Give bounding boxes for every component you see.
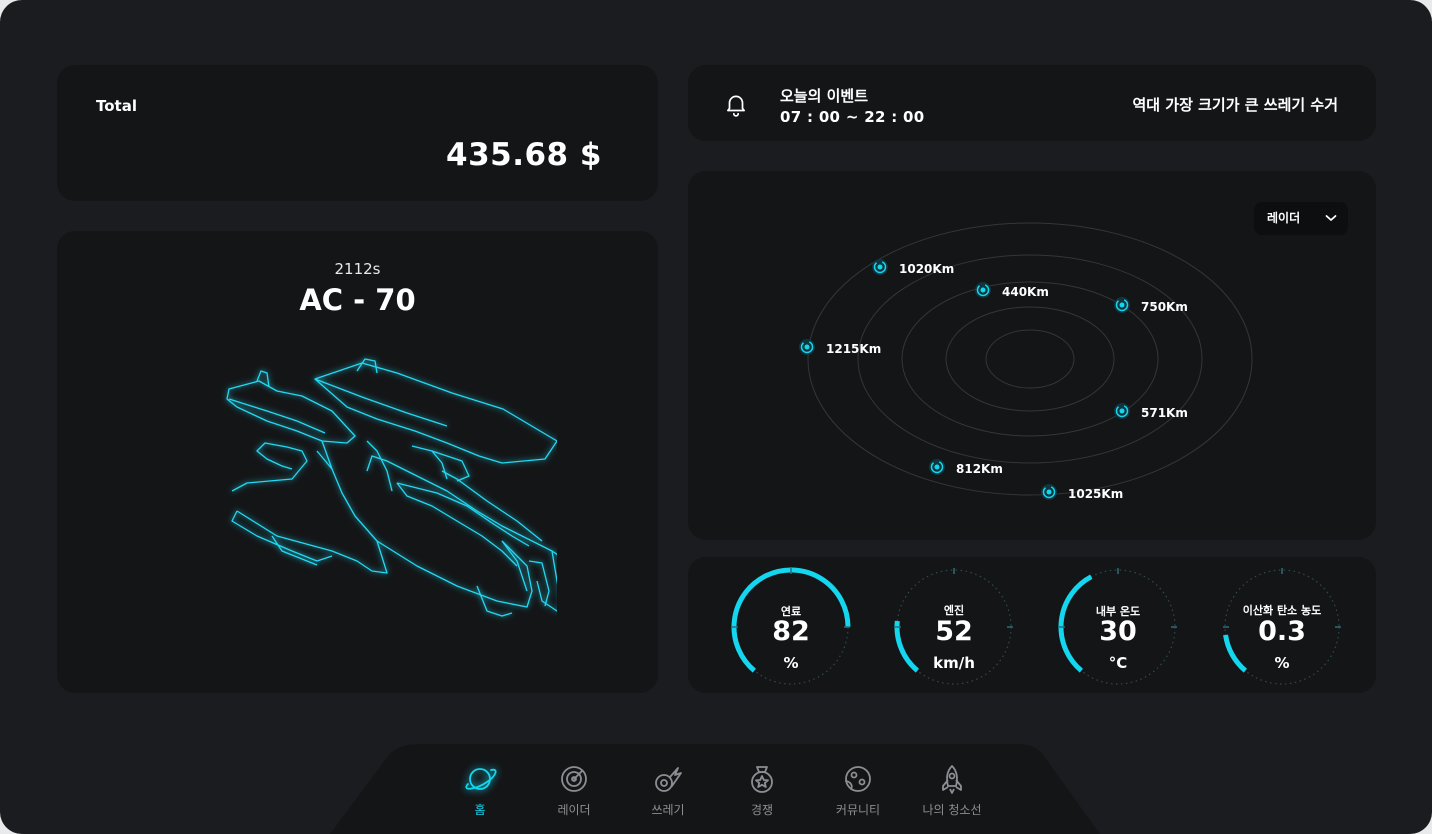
nav-item-6[interactable]: 나의 청소선 [907, 762, 997, 818]
dashboard-app: Total 435.68 $ 2112s AC - 70 오늘의 이벤트 07 … [0, 0, 1432, 834]
planet-icon [435, 762, 525, 796]
nav-item-label: 나의 청소선 [922, 803, 982, 817]
rocket-icon [907, 762, 997, 796]
nav-item-5[interactable]: 커뮤니티 [813, 762, 903, 818]
nav-item-3[interactable]: 쓰레기 [623, 762, 713, 818]
nav-item-4[interactable]: 경쟁 [717, 762, 807, 818]
nav-item-label: 홈 [474, 803, 486, 817]
nav-item-2[interactable]: 레이더 [529, 762, 619, 818]
medal-icon [717, 762, 807, 796]
globe-icon [813, 762, 903, 796]
nav-item-label: 커뮤니티 [835, 803, 881, 817]
nav-item-label: 레이더 [557, 803, 591, 817]
radar-icon [529, 762, 619, 796]
nav-item-label: 쓰레기 [651, 803, 685, 817]
nav-item-label: 경쟁 [750, 803, 774, 817]
bottom-nav-background [330, 744, 1100, 834]
nav-item-1[interactable]: 홈 [435, 762, 525, 818]
comet-icon [623, 762, 713, 796]
